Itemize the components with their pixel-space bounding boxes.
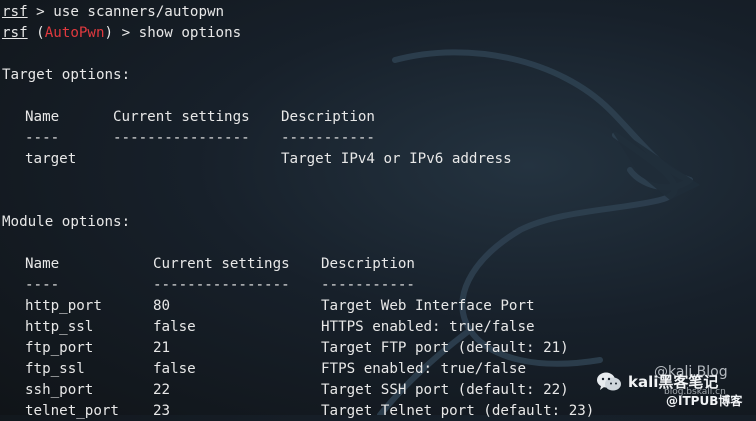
option-value: false	[153, 361, 196, 377]
option-value: 21	[153, 340, 171, 356]
target-col-name-header: Name	[25, 109, 60, 125]
option-description: FTPS enabled: true/false	[321, 361, 526, 377]
option-name: ssh_port	[25, 382, 94, 398]
module-name: AutoPwn	[44, 25, 105, 41]
target-separator: -----------	[281, 130, 375, 146]
command-line-1: rsf > use scanners/autopwn	[2, 2, 224, 22]
module-options-header: Module options:	[2, 214, 131, 230]
module-col-description-header: Description	[321, 256, 415, 272]
option-description: Target IPv4 or IPv6 address	[281, 151, 512, 167]
wechat-icon	[597, 372, 621, 391]
terminal-window[interactable]: rsf > use scanners/autopwn rsf (AutoPwn)…	[0, 0, 756, 419]
target-separator: ----	[25, 130, 60, 146]
option-value: 22	[153, 382, 171, 398]
option-name: target	[25, 151, 77, 167]
target-col-settings-header: Current settings	[113, 109, 250, 125]
target-col-description-header: Description	[281, 109, 375, 125]
option-description: Target SSH port (default: 22)	[321, 382, 569, 398]
target-separator: ----------------	[113, 130, 250, 146]
command-text: > use scanners/autopwn	[27, 4, 225, 20]
module-col-name-header: Name	[25, 256, 60, 272]
command-text: ) > show options	[104, 25, 242, 41]
option-value: 80	[153, 298, 171, 314]
option-description: Target Telnet port (default: 23)	[321, 403, 595, 419]
option-description: Target Web Interface Port	[321, 298, 535, 314]
module-col-settings-header: Current settings	[153, 256, 290, 272]
rsf-prompt: rsf	[2, 4, 28, 20]
prompt-paren-open: (	[27, 25, 45, 41]
rsf-prompt: rsf	[2, 25, 28, 41]
watermark: @kali.Blog kali黑客笔记 blog.bskali.cn @ITPU…	[596, 362, 756, 412]
option-name: telnet_port	[25, 403, 119, 419]
module-separator: -----------	[321, 277, 415, 293]
command-line-2: rsf (AutoPwn) > show options	[2, 23, 241, 43]
option-description: Target FTP port (default: 21)	[321, 340, 569, 356]
option-name: ftp_ssl	[25, 361, 85, 377]
module-separator: ----------------	[153, 277, 290, 293]
module-separator: ----	[25, 277, 60, 293]
option-name: http_port	[25, 298, 102, 314]
option-description: HTTPS enabled: true/false	[321, 319, 535, 335]
option-value: false	[153, 319, 196, 335]
watermark-itpub: @ITPUB博客	[666, 394, 743, 408]
option-name: ftp_port	[25, 340, 94, 356]
target-options-header: Target options:	[2, 67, 131, 83]
option-name: http_ssl	[25, 319, 94, 335]
option-value: 23	[153, 403, 171, 419]
